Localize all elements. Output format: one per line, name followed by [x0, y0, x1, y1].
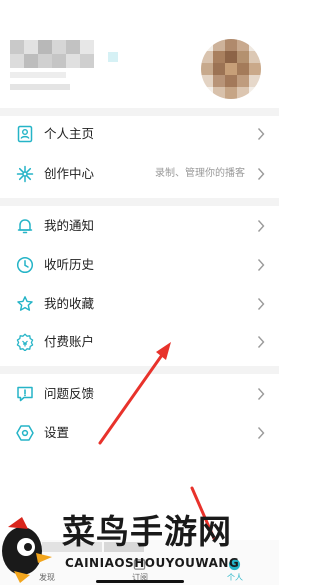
menu-item-favorites[interactable]: 我的收藏 — [0, 284, 279, 324]
menu-item-label: 问题反馈 — [44, 386, 95, 401]
bell-icon — [17, 219, 33, 234]
menu-item-notifications[interactable]: 我的通知 — [0, 206, 279, 246]
tab-label: 个人 — [227, 573, 243, 582]
menu-item-label: 我的通知 — [44, 218, 95, 233]
section-divider — [0, 366, 279, 374]
chevron-right-icon — [257, 427, 265, 439]
chevron-right-icon — [257, 388, 265, 400]
chevron-right-icon — [257, 220, 265, 232]
menu-item-label: 个人主页 — [44, 126, 95, 141]
menu-item-creator[interactable]: 创作中心 录制、管理你的播客 — [0, 154, 279, 194]
chevron-right-icon — [257, 168, 265, 180]
hexagon-settings-icon — [16, 425, 34, 441]
watermark-title: 菜鸟手游网 — [62, 512, 232, 551]
menu-item-paid-account[interactable]: 付费账户 — [0, 322, 279, 362]
menu-item-profile[interactable]: 个人主页 — [0, 114, 279, 154]
avatar[interactable] — [201, 39, 261, 99]
chevron-right-icon — [257, 128, 265, 140]
menu-item-label: 创作中心 — [44, 166, 95, 181]
menu-item-history[interactable]: 收听历史 — [0, 245, 279, 285]
bird-mascot-logo — [2, 517, 52, 583]
accent-dot — [108, 52, 118, 62]
menu-item-label: 我的收藏 — [44, 296, 95, 311]
chevron-right-icon — [257, 259, 265, 271]
blurred-username — [10, 40, 100, 80]
chevron-right-icon — [257, 298, 265, 310]
watermark-subtitle: CAINIAOSHOUYOUWANG — [65, 556, 240, 570]
menu-item-hint: 录制、管理你的播客 — [155, 168, 245, 179]
home-indicator — [96, 580, 184, 583]
header-bottom-blur — [10, 84, 70, 90]
profile-header[interactable] — [0, 0, 279, 108]
menu-item-label: 付费账户 — [44, 334, 95, 349]
menu-item-label: 收听历史 — [44, 257, 95, 272]
clock-icon — [16, 256, 34, 274]
menu-item-label: 设置 — [44, 425, 70, 440]
sparkle-icon — [16, 165, 34, 183]
menu-item-settings[interactable]: 设置 — [0, 413, 279, 453]
star-icon — [17, 296, 33, 311]
badge-icon — [16, 333, 34, 351]
chevron-right-icon — [257, 336, 265, 348]
menu-item-feedback[interactable]: 问题反馈 — [0, 374, 279, 414]
section-divider — [0, 198, 279, 206]
feedback-icon — [17, 386, 33, 402]
user-card-icon — [17, 125, 33, 143]
